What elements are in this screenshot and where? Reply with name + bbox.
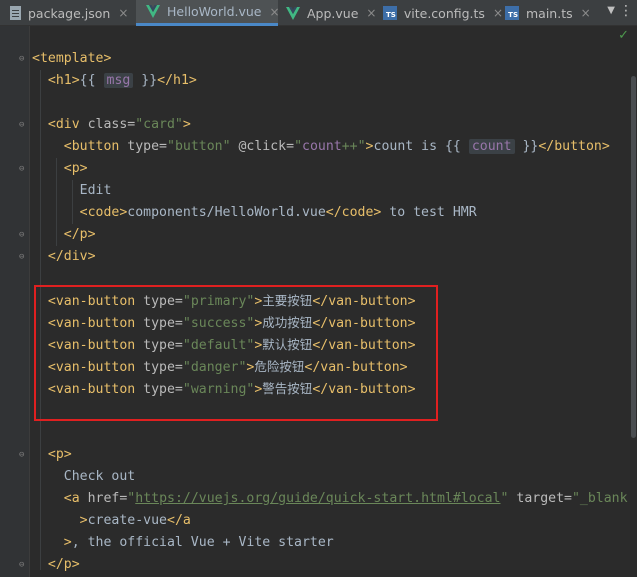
chevron-down-icon[interactable]: ▼: [607, 5, 615, 16]
code-line: <a href="https://vuejs.org/guide/quick-s…: [63, 491, 628, 506]
close-icon[interactable]: ×: [270, 5, 280, 19]
vue-file-icon: [286, 6, 300, 20]
code-line: <code>components/HelloWorld.vue</code> t…: [79, 205, 477, 220]
fold-icon[interactable]: ⊖: [19, 121, 26, 130]
tab-package-json[interactable]: package.json ×: [10, 0, 136, 26]
fold-icon[interactable]: ⊖: [19, 451, 26, 460]
editor-tab-bar: package.json × HelloWorld.vue × App.vue …: [0, 0, 637, 26]
close-icon[interactable]: ×: [581, 6, 591, 20]
close-icon[interactable]: ×: [118, 6, 128, 20]
code-line: </p>: [47, 557, 80, 572]
code-line: <p>: [47, 447, 72, 462]
editor-gutter: [0, 26, 30, 577]
fold-icon[interactable]: ⊖: [19, 561, 26, 570]
tab-label: package.json: [28, 5, 111, 21]
tab-label: main.ts: [526, 5, 573, 21]
json-file-icon: [10, 6, 21, 20]
tab-label: vite.config.ts: [403, 5, 485, 21]
more-menu-icon[interactable]: ⋮: [619, 3, 633, 19]
close-icon[interactable]: ×: [366, 6, 376, 20]
code-line: <p>: [63, 161, 88, 176]
ts-file-icon: TS: [383, 6, 397, 20]
code-line: </p>: [63, 227, 96, 242]
code-line: Edit: [79, 183, 112, 198]
code-editor[interactable]: ⊖ ⊖ ⊖ ⊖ ⊖ ⊖ ⊖ <template> <h1>{{ msg }}</…: [0, 26, 637, 577]
code-line: <template>: [32, 51, 112, 66]
fold-icon[interactable]: ⊖: [19, 231, 26, 240]
fold-icon[interactable]: ⊖: [19, 55, 26, 64]
close-icon[interactable]: ×: [493, 6, 503, 20]
code-line: >, the official Vue + Vite starter: [63, 535, 334, 550]
interpolation-count: count: [468, 139, 515, 154]
href-link[interactable]: https://vuejs.org/guide/quick-start.html…: [135, 491, 500, 506]
tab-vite-config-ts[interactable]: TS vite.config.ts ×: [383, 0, 503, 26]
vue-file-icon: [146, 5, 160, 18]
check-icon: ✓: [618, 28, 629, 43]
code-line: <div class="card">: [47, 117, 191, 132]
vertical-scrollbar[interactable]: [631, 76, 636, 438]
code-line: </div>: [47, 249, 96, 264]
code-line: <button type="button" @click="count++">c…: [63, 139, 610, 154]
interpolation-msg: msg: [103, 73, 134, 88]
ts-file-icon: TS: [505, 6, 519, 20]
annotation-highlight-box: [34, 285, 438, 421]
tab-main-ts[interactable]: TS main.ts ×: [505, 0, 591, 26]
tab-label: App.vue: [307, 5, 359, 21]
tab-label: HelloWorld.vue: [167, 4, 262, 19]
tab-helloworld-vue[interactable]: HelloWorld.vue ×: [136, 0, 280, 26]
fold-icon[interactable]: ⊖: [19, 253, 26, 262]
code-line: Check out: [63, 469, 136, 484]
code-line: >create-vue</a: [79, 513, 191, 528]
fold-icon[interactable]: ⊖: [19, 165, 26, 174]
tab-app-vue[interactable]: App.vue ×: [286, 0, 380, 26]
code-line: <h1>{{ msg }}</h1>: [47, 73, 197, 88]
